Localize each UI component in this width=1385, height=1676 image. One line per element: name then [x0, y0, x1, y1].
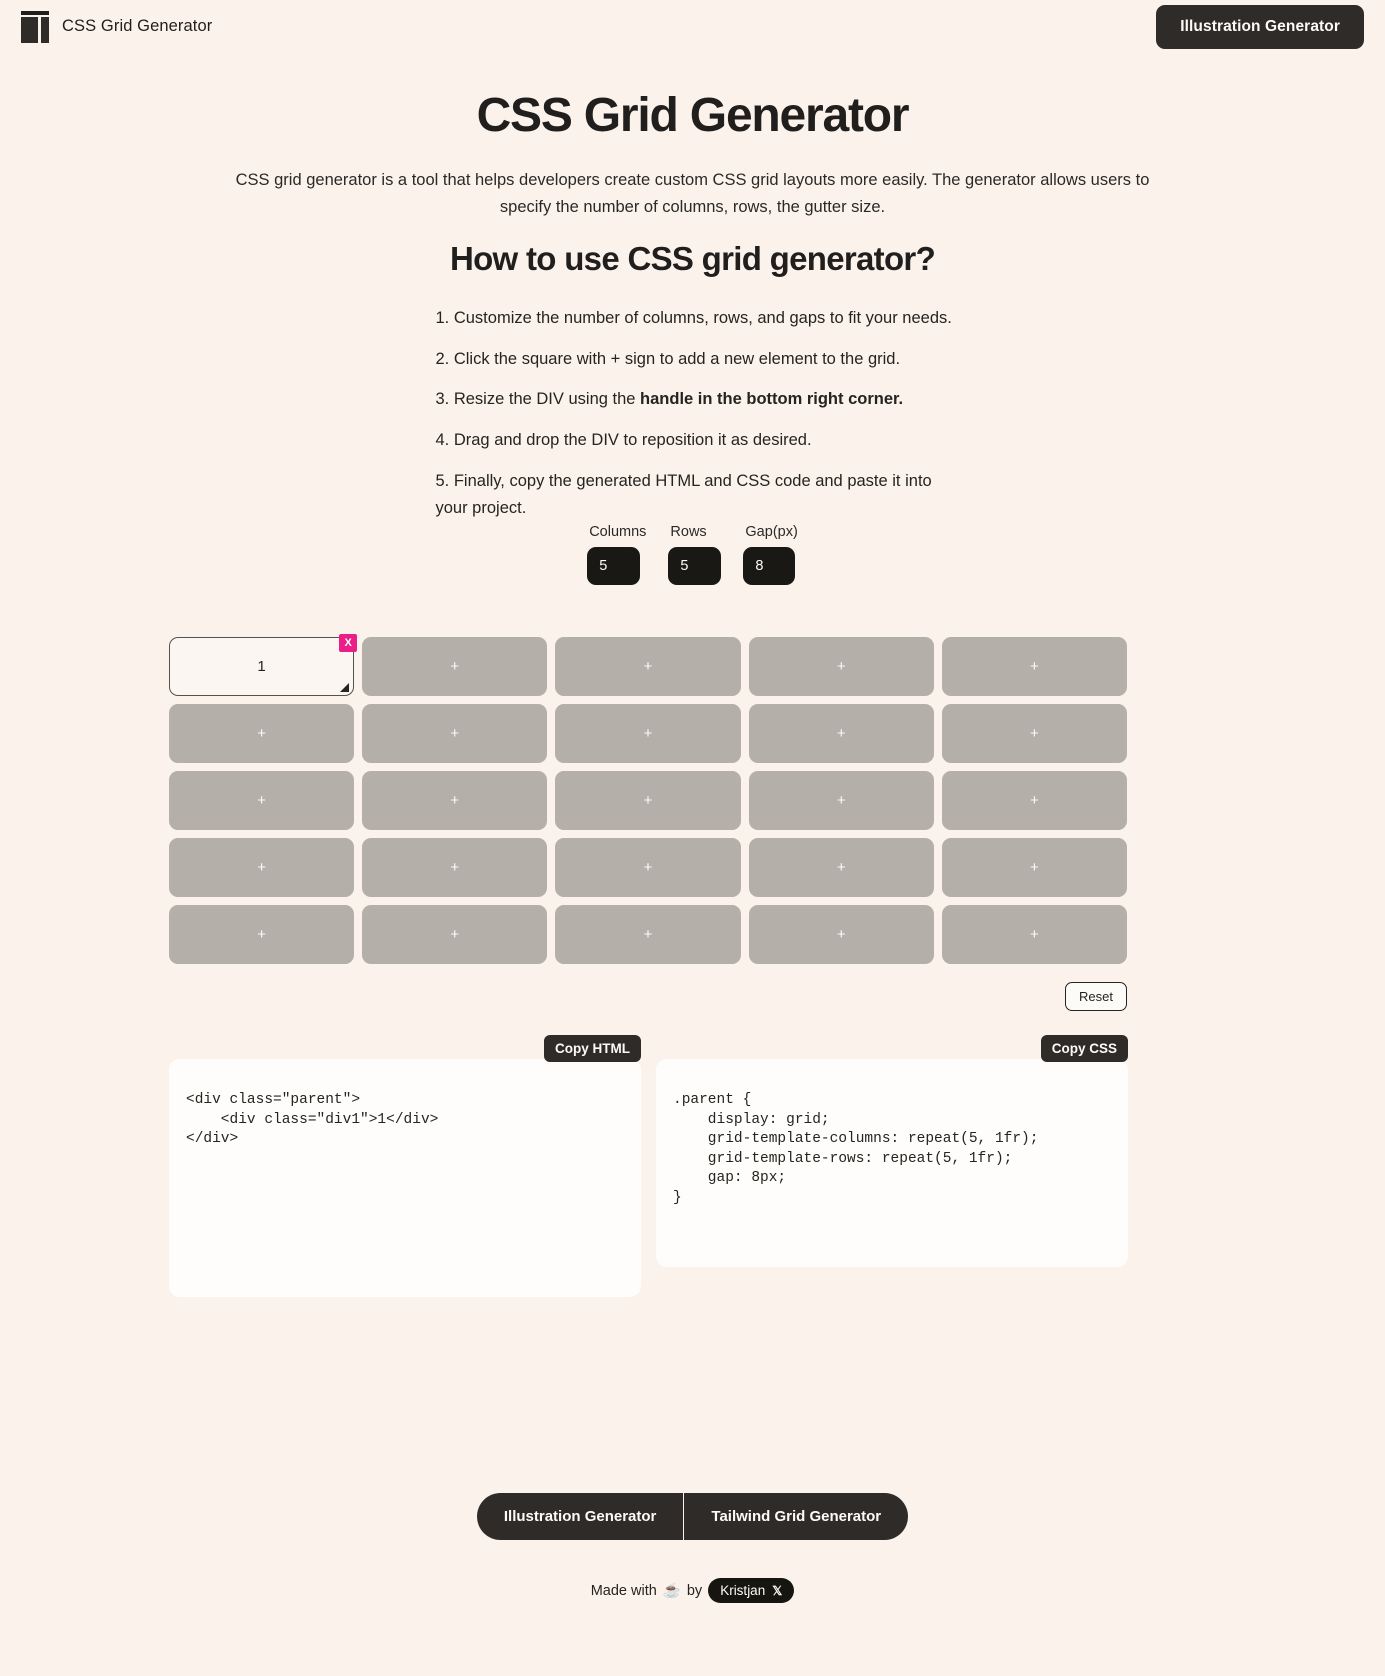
add-cell[interactable]: + — [555, 771, 741, 830]
add-cell[interactable]: + — [362, 771, 548, 830]
footer-tailwind-grid-generator-button[interactable]: Tailwind Grid Generator — [684, 1493, 909, 1540]
html-code-block[interactable]: <div class="parent"> <div class="div1">1… — [169, 1059, 641, 1297]
add-cell[interactable]: + — [555, 905, 741, 964]
x-social-icon: 𝕏 — [772, 1584, 783, 1598]
code-output-area: Copy HTML <div class="parent"> <div clas… — [169, 1035, 1129, 1297]
rows-label: Rows — [670, 524, 707, 540]
made-with-credit: Made with ☕ by Kristjan 𝕏 — [0, 1578, 1385, 1603]
howto-section: How to use CSS grid generator? 1. Custom… — [0, 240, 1385, 535]
reset-row: Reset — [0, 982, 1127, 1011]
grid-controls: Columns Rows Gap(px) — [0, 524, 1385, 585]
made-with-suffix: by — [686, 1582, 703, 1599]
css-code-block[interactable]: .parent { display: grid; grid-template-c… — [656, 1059, 1128, 1267]
copy-css-button[interactable]: Copy CSS — [1040, 1035, 1128, 1062]
add-cell[interactable]: + — [941, 905, 1127, 964]
gap-input[interactable] — [743, 547, 796, 585]
howto-steps-list: 1. Customize the number of columns, rows… — [433, 305, 953, 521]
close-icon[interactable]: X — [339, 634, 358, 652]
add-cell[interactable]: + — [941, 704, 1127, 763]
gap-control: Gap(px) — [743, 524, 798, 585]
howto-step-text: 3. Resize the DIV using the — [435, 390, 641, 409]
html-output-panel: Copy HTML <div class="parent"> <div clas… — [169, 1035, 641, 1297]
howto-step: 1. Customize the number of columns, rows… — [435, 309, 952, 327]
coffee-icon: ☕ — [662, 1583, 681, 1599]
page-title: CSS Grid Generator — [476, 89, 910, 142]
brand[interactable]: CSS Grid Generator — [21, 10, 213, 43]
howto-step-emphasis: handle in the bottom right corner. — [640, 390, 904, 409]
columns-label: Columns — [589, 524, 647, 540]
grid-item-label: 1 — [257, 658, 266, 675]
author-link[interactable]: Kristjan 𝕏 — [708, 1578, 795, 1603]
add-cell[interactable]: + — [362, 838, 548, 897]
add-cell[interactable]: + — [748, 905, 934, 964]
code-panels: Copy HTML <div class="parent"> <div clas… — [169, 1035, 1129, 1297]
add-cell[interactable]: + — [169, 838, 355, 897]
columns-input[interactable] — [587, 547, 641, 585]
rows-input[interactable] — [668, 547, 722, 585]
add-cell[interactable]: + — [748, 838, 934, 897]
add-cell[interactable]: + — [555, 704, 741, 763]
add-cell[interactable]: + — [748, 771, 934, 830]
gap-label: Gap(px) — [745, 524, 798, 540]
howto-step: 5. Finally, copy the generated HTML and … — [435, 471, 932, 517]
footer: Illustration Generator Tailwind Grid Gen… — [0, 1493, 1385, 1603]
howto-step: 4. Drag and drop the DIV to reposition i… — [435, 431, 812, 450]
css-output-panel: Copy CSS .parent { display: grid; grid-t… — [656, 1035, 1128, 1297]
reset-button[interactable]: Reset — [1065, 982, 1127, 1011]
copy-html-button[interactable]: Copy HTML — [544, 1035, 641, 1062]
add-cell[interactable]: + — [555, 637, 741, 696]
add-cell[interactable]: + — [941, 637, 1127, 696]
page-subtitle: CSS grid generator is a tool that helps … — [235, 171, 1150, 217]
grid-preview: 1 X + + + + + + + + + + + + + + + + + + … — [169, 634, 1127, 964]
author-name: Kristjan — [720, 1583, 766, 1598]
footer-illustration-generator-button[interactable]: Illustration Generator — [476, 1493, 685, 1540]
add-cell[interactable]: + — [555, 838, 741, 897]
add-cell[interactable]: + — [941, 838, 1127, 897]
add-cell[interactable]: + — [169, 905, 355, 964]
columns-control: Columns — [587, 524, 646, 585]
grid-logo-icon — [21, 10, 49, 43]
brand-name: CSS Grid Generator — [62, 17, 213, 35]
howto-step: 2. Click the square with + sign to add a… — [435, 349, 901, 368]
rows-control: Rows — [668, 524, 722, 585]
top-navigation-bar: CSS Grid Generator Illustration Generato… — [0, 0, 1385, 53]
add-cell[interactable]: + — [169, 704, 355, 763]
add-cell[interactable]: + — [169, 771, 355, 830]
howto-title: How to use CSS grid generator? — [449, 240, 936, 277]
add-cell[interactable]: + — [748, 704, 934, 763]
illustration-generator-button[interactable]: Illustration Generator — [1156, 4, 1364, 49]
add-cell[interactable]: + — [362, 905, 548, 964]
add-cell[interactable]: + — [362, 637, 548, 696]
howto-step: 3. Resize the DIV using the handle in th… — [433, 386, 953, 413]
page-root: CSS Grid Generator Illustration Generato… — [0, 0, 1385, 1676]
grid-item-1[interactable]: 1 X — [169, 634, 358, 696]
add-cell[interactable]: + — [941, 771, 1127, 830]
hero-section: CSS Grid Generator CSS grid generator is… — [0, 88, 1385, 222]
made-with-prefix: Made with — [590, 1582, 657, 1599]
footer-button-group: Illustration Generator Tailwind Grid Gen… — [476, 1493, 909, 1540]
resize-handle-icon[interactable] — [338, 681, 350, 693]
add-cell[interactable]: + — [362, 704, 548, 763]
add-cell[interactable]: + — [748, 637, 934, 696]
